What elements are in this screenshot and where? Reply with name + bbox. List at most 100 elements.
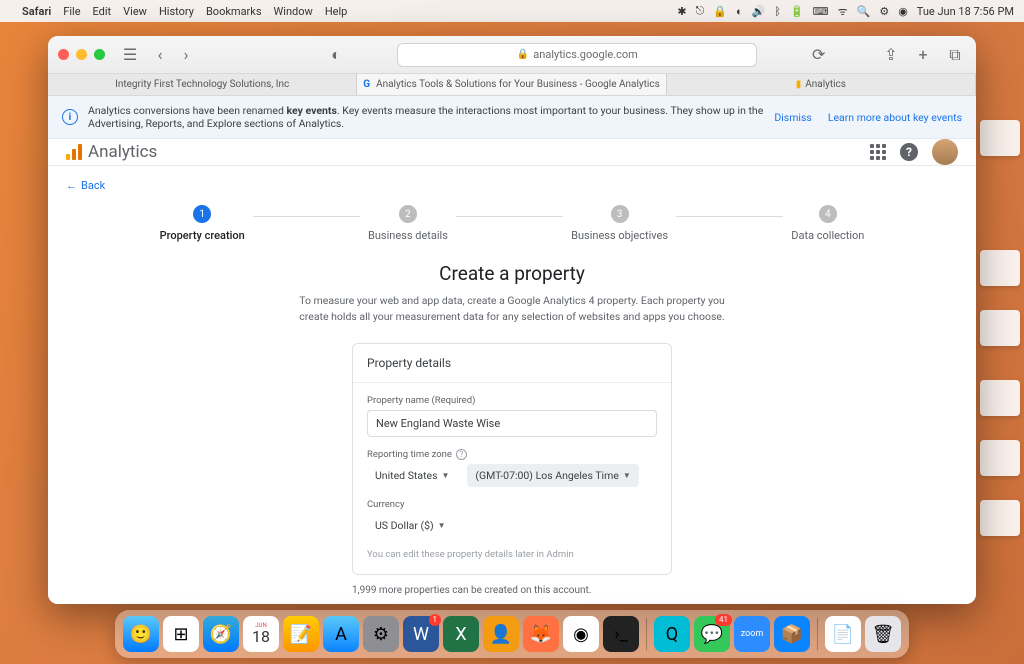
- trash-icon[interactable]: 🗑: [865, 616, 901, 652]
- wifi-icon[interactable]: ᯤ: [838, 4, 848, 19]
- browser-tab[interactable]: GAnalytics Tools & Solutions for Your Bu…: [357, 74, 666, 95]
- menu-bookmarks[interactable]: Bookmarks: [206, 5, 262, 18]
- menubar-app-name[interactable]: Safari: [22, 5, 51, 18]
- lock-icon[interactable]: 🔒: [713, 5, 727, 18]
- chrome-icon[interactable]: ◉: [563, 616, 599, 652]
- country-select[interactable]: United States▼: [367, 464, 457, 487]
- stepper: 1 Property creation 2 Business details 3…: [48, 201, 976, 252]
- status-icon[interactable]: ⎋: [696, 4, 705, 18]
- help-icon[interactable]: ?: [900, 143, 918, 161]
- chevron-down-icon: ▼: [623, 471, 631, 480]
- menu-edit[interactable]: Edit: [93, 5, 112, 18]
- sidebar-toggle-icon[interactable]: ☰: [119, 44, 141, 66]
- status-icon[interactable]: ✱: [677, 5, 686, 18]
- form-note: You can edit these property details late…: [367, 549, 657, 560]
- window-controls[interactable]: [58, 49, 105, 60]
- sound-icon[interactable]: 🔊: [752, 5, 766, 18]
- menubar-datetime[interactable]: Tue Jun 18 7:56 PM: [917, 5, 1014, 18]
- lock-icon: 🔒: [517, 49, 529, 60]
- desktop-item[interactable]: [980, 120, 1020, 156]
- firefox-icon[interactable]: 🦊: [523, 616, 559, 652]
- properties-remaining: 1,999 more properties can be created on …: [352, 585, 672, 596]
- notes-icon[interactable]: 📝: [283, 616, 319, 652]
- desktop-item[interactable]: [980, 500, 1020, 536]
- desktop-item[interactable]: [980, 310, 1020, 346]
- menu-file[interactable]: File: [63, 5, 80, 18]
- settings-icon[interactable]: ⚙: [363, 616, 399, 652]
- page-content: i Analytics conversions have been rename…: [48, 96, 976, 604]
- control-center-icon[interactable]: ⚙: [879, 5, 889, 18]
- maximize-window-icon[interactable]: [94, 49, 105, 60]
- currency-select[interactable]: US Dollar ($)▼: [367, 514, 454, 537]
- address-bar[interactable]: 🔒 analytics.google.com: [397, 43, 757, 67]
- privacy-report-icon[interactable]: ◐: [325, 44, 347, 66]
- browser-tab[interactable]: Integrity First Technology Solutions, In…: [48, 74, 357, 95]
- new-tab-icon[interactable]: +: [912, 44, 934, 66]
- macos-dock: 🙂 ⊞ 🧭 JUN18 📝 A ⚙ W1 X 👤 🦊 ◉ ›_ Q 💬41 zo…: [115, 610, 909, 658]
- chevron-down-icon: ▼: [438, 521, 446, 530]
- help-tooltip-icon[interactable]: ?: [456, 449, 467, 460]
- menu-help[interactable]: Help: [325, 5, 348, 18]
- menu-window[interactable]: Window: [274, 5, 313, 18]
- page-subtitle: To measure your web and app data, create…: [292, 293, 732, 325]
- quicktime-icon[interactable]: Q: [654, 616, 690, 652]
- safari-window: ☰ ‹ › ◐ 🔒 analytics.google.com ⟳ ⇪ + ⧉ I…: [48, 36, 976, 604]
- learn-more-link[interactable]: Learn more about key events: [828, 111, 962, 124]
- google-apps-icon[interactable]: [870, 144, 886, 160]
- currency-label: Currency: [367, 499, 657, 510]
- info-icon: i: [62, 109, 78, 125]
- terminal-icon[interactable]: ›_: [603, 616, 639, 652]
- dismiss-link[interactable]: Dismiss: [774, 111, 811, 124]
- spotlight-icon[interactable]: 🔍: [857, 5, 871, 18]
- macos-menubar: Safari File Edit View History Bookmarks …: [0, 0, 1024, 22]
- finder-icon[interactable]: 🙂: [123, 616, 159, 652]
- calendar-icon[interactable]: JUN18: [243, 616, 279, 652]
- browser-tab[interactable]: ▮Analytics: [667, 74, 976, 95]
- zoom-icon[interactable]: zoom: [734, 616, 770, 652]
- timezone-select[interactable]: (GMT-07:00) Los Angeles Time▼: [467, 464, 638, 487]
- desktop-item[interactable]: [980, 380, 1020, 416]
- app-icon[interactable]: 👤: [483, 616, 519, 652]
- page-title: Create a property: [439, 262, 585, 285]
- property-details-card: Property details Property name (Required…: [352, 343, 672, 575]
- launchpad-icon[interactable]: ⊞: [163, 616, 199, 652]
- dock-separator: [817, 618, 818, 650]
- document-icon[interactable]: 📄: [825, 616, 861, 652]
- step-property-creation[interactable]: 1 Property creation: [152, 205, 253, 242]
- back-link[interactable]: ← Back: [66, 179, 105, 192]
- word-icon[interactable]: W1: [403, 616, 439, 652]
- forward-nav-icon[interactable]: ›: [175, 44, 197, 66]
- keyboard-icon[interactable]: ⌨: [813, 5, 829, 18]
- battery-icon[interactable]: 🔋: [790, 5, 804, 18]
- bluetooth-icon[interactable]: ᛒ: [774, 5, 781, 18]
- menu-view[interactable]: View: [123, 5, 147, 18]
- desktop-item[interactable]: [980, 250, 1020, 286]
- notification-banner: i Analytics conversions have been rename…: [48, 96, 976, 139]
- safari-tab-bar: Integrity First Technology Solutions, In…: [48, 74, 976, 96]
- url-host: analytics.google.com: [533, 48, 638, 61]
- step-business-details: 2 Business details: [360, 205, 456, 242]
- dock-separator: [646, 618, 647, 650]
- desktop-item[interactable]: [980, 440, 1020, 476]
- analytics-logo-text: Analytics: [88, 142, 157, 162]
- menu-history[interactable]: History: [159, 5, 194, 18]
- messages-icon[interactable]: 💬41: [694, 616, 730, 652]
- reload-icon[interactable]: ⟳: [808, 44, 830, 66]
- share-icon[interactable]: ⇪: [880, 44, 902, 66]
- appstore-icon[interactable]: A: [323, 616, 359, 652]
- property-name-input[interactable]: [367, 410, 657, 437]
- chevron-down-icon: ▼: [442, 471, 450, 480]
- close-window-icon[interactable]: [58, 49, 69, 60]
- minimize-window-icon[interactable]: [76, 49, 87, 60]
- excel-icon[interactable]: X: [443, 616, 479, 652]
- analytics-logo[interactable]: Analytics: [66, 142, 157, 162]
- safari-toolbar: ☰ ‹ › ◐ 🔒 analytics.google.com ⟳ ⇪ + ⧉: [48, 36, 976, 74]
- safari-icon[interactable]: 🧭: [203, 616, 239, 652]
- siri-icon[interactable]: ◉: [898, 5, 908, 18]
- analytics-logo-icon: [66, 144, 82, 160]
- app-icon[interactable]: 📦: [774, 616, 810, 652]
- display-icon[interactable]: ◐: [736, 5, 743, 18]
- tabs-overview-icon[interactable]: ⧉: [944, 44, 966, 66]
- back-nav-icon[interactable]: ‹: [149, 44, 171, 66]
- account-avatar[interactable]: [932, 139, 958, 165]
